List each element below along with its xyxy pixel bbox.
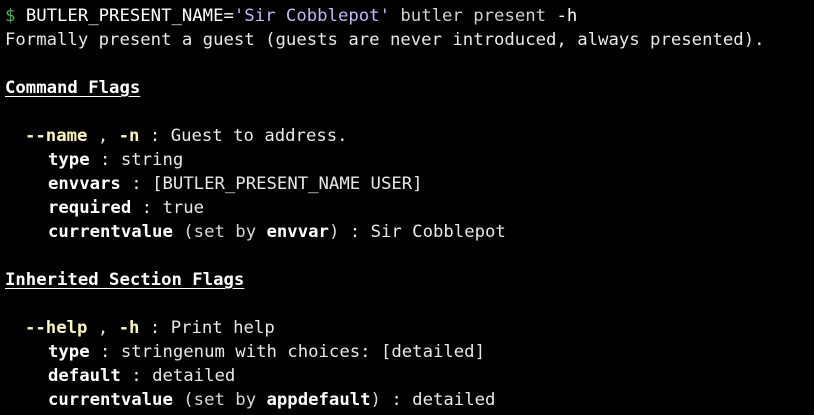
default-value: detailed: [152, 366, 236, 386]
envvars-label: envvars: [48, 174, 121, 194]
terminal-window[interactable]: $ BUTLER_PRESENT_NAME='Sir Cobblepot' bu…: [0, 0, 814, 412]
section-heading-inherited-flags: Inherited Section Flags: [5, 268, 814, 292]
setby-prefix: (set by: [172, 390, 267, 410]
setby-source: appdefault: [266, 390, 371, 410]
section-heading-text: Command Flags: [5, 78, 141, 98]
command-flag: -h: [556, 6, 578, 26]
flag-required-line: required : true: [48, 198, 205, 218]
flag-currentvalue-line: currentvalue (set by envvar) : Sir Cobbl…: [48, 222, 506, 242]
currentvalue-value: detailed: [412, 390, 496, 410]
flag-help-line: --help , -h : Print help: [5, 316, 814, 340]
flag-separator: ,: [87, 126, 119, 146]
type-label: type: [48, 150, 90, 170]
flag-help-text: Print help: [170, 318, 275, 338]
flag-short-name: -h: [118, 318, 140, 338]
section-heading-text: Inherited Section Flags: [5, 270, 245, 290]
flag-type-line: type : stringenum with choices: [detaile…: [48, 342, 485, 362]
type-value: stringenum with choices: [detailed]: [120, 342, 485, 362]
flag-colon: :: [139, 318, 171, 338]
setby-source: envvar: [266, 222, 329, 242]
currentvalue-label: currentvalue: [48, 390, 173, 410]
type-value: string: [120, 150, 184, 170]
setby-suffix: ): [370, 390, 381, 410]
flag-long-name: --help: [25, 318, 88, 338]
flag-currentvalue-line: currentvalue (set by appdefault) : detai…: [48, 390, 496, 410]
env-var-value: 'Sir Cobblepot': [233, 6, 390, 26]
command-line: $ BUTLER_PRESENT_NAME='Sir Cobblepot' bu…: [5, 4, 814, 28]
program-name: butler: [400, 6, 463, 26]
flag-separator: ,: [87, 318, 119, 338]
currentvalue-value: Sir Cobblepot: [370, 222, 506, 242]
flag-default-line: default : detailed: [48, 366, 236, 386]
required-label: required: [48, 198, 132, 218]
subcommand-name: present: [473, 6, 547, 26]
flag-long-name: --name: [25, 126, 88, 146]
prompt-symbol: $: [5, 6, 16, 26]
envvars-value: [BUTLER_PRESENT_NAME USER]: [152, 174, 423, 194]
flag-type-line: type : string: [48, 150, 184, 170]
flag-help-text: Guest to address.: [170, 126, 348, 146]
command-description: Formally present a guest (guests are nev…: [5, 30, 765, 50]
section-heading-command-flags: Command Flags: [5, 76, 814, 100]
flag-envvars-line: envvars : [BUTLER_PRESENT_NAME USER]: [48, 174, 423, 194]
flag-colon: :: [139, 126, 171, 146]
default-label: default: [48, 366, 121, 386]
required-value: true: [162, 198, 205, 218]
env-var-assignment: BUTLER_PRESENT_NAME=: [25, 6, 234, 26]
type-label: type: [48, 342, 90, 362]
currentvalue-label: currentvalue: [48, 222, 173, 242]
flag-short-name: -n: [118, 126, 140, 146]
setby-prefix: (set by: [172, 222, 267, 242]
setby-suffix: ): [328, 222, 340, 242]
flag-name-line: --name , -n : Guest to address.: [5, 124, 814, 148]
